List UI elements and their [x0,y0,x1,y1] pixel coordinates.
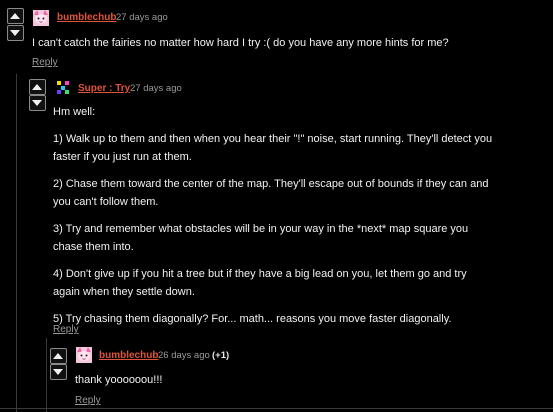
reply-button[interactable]: Reply [53,324,79,335]
comment-author[interactable]: bumblechub [57,12,116,23]
upvote-button[interactable] [50,348,67,364]
comment-body: I can't catch the fairies no matter how … [32,34,542,52]
comment-paragraph: 3) Try and remember what obstacles will … [53,223,469,253]
pink-cat-avatar-icon [76,347,92,363]
comment-timestamp: 27 days ago [116,12,168,23]
comment-author[interactable]: Super : Try [78,83,130,94]
thread-divider [0,408,553,409]
comment: Super : Try 27 days ago Hm well: 1) Walk… [0,74,553,338]
downvote-button[interactable] [29,95,46,111]
upvote-button[interactable] [29,79,46,95]
comment-timestamp: 26 days ago [158,350,210,361]
downvote-button[interactable] [50,364,67,380]
comment-paragraph: 4) Don't give up if you hit a tree but i… [53,268,467,298]
comment-paragraph: Hm well: [53,106,96,118]
comment-author[interactable]: bumblechub [99,350,158,361]
comment-body: thank yoooooou!!! [75,371,515,389]
reply-button[interactable]: Reply [32,57,58,68]
comment-paragraph: 2) Chase them toward the center of the m… [53,178,489,208]
comment-timestamp: 27 days ago [130,83,182,94]
reply-button[interactable]: Reply [75,395,101,406]
comment: bumblechub 27 days ago I can't catch the… [0,0,553,74]
comment-paragraph: I can't catch the fairies no matter how … [32,37,449,49]
upvote-button[interactable] [7,8,24,24]
comment-body: Hm well: 1) Walk up to them and then whe… [53,103,493,328]
comment-points: (+1) [212,350,230,361]
comment-paragraph: 1) Walk up to them and then when you hea… [53,133,493,163]
comment: bumblechub 26 days ago (+1) thank yooooo… [0,338,553,408]
pixel-blocks-avatar-icon [57,81,69,94]
comment-paragraph: 5) Try chasing them diagonally? For... m… [53,313,452,325]
downvote-button[interactable] [7,25,24,41]
pink-cat-avatar-icon [33,10,49,26]
comment-paragraph: thank yoooooou!!! [75,374,163,386]
